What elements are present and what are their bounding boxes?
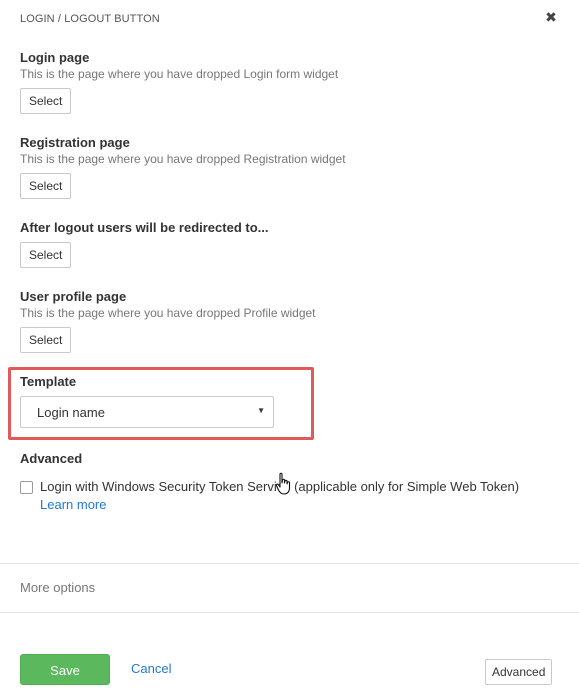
profile-page-select-button[interactable]: Select	[20, 327, 72, 353]
profile-page-label: User profile page	[20, 289, 127, 304]
hand-cursor-icon	[275, 472, 291, 495]
registration-page-select-button[interactable]: Select	[20, 173, 72, 199]
dropdown-caret-icon: ▼	[257, 406, 265, 415]
login-page-description: This is the page where you have dropped …	[20, 67, 339, 81]
template-label: Template	[20, 374, 77, 389]
advanced-label: Advanced	[20, 451, 83, 466]
cancel-link[interactable]: Cancel	[131, 661, 171, 676]
template-select[interactable]: Login name ▼	[20, 396, 274, 428]
template-selected-value: Login name	[37, 405, 105, 420]
login-page-label: Login page	[20, 50, 90, 65]
more-options-toggle[interactable]: More options	[20, 580, 95, 595]
logout-redirect-select-button[interactable]: Select	[20, 242, 72, 268]
profile-page-description: This is the page where you have dropped …	[20, 306, 316, 320]
registration-page-label: Registration page	[20, 135, 130, 150]
close-icon[interactable]: ✖	[543, 9, 559, 25]
registration-page-description: This is the page where you have dropped …	[20, 152, 346, 166]
sts-login-checkbox[interactable]	[20, 481, 33, 494]
logout-redirect-label: After logout users will be redirected to…	[20, 220, 269, 235]
divider-bottom	[0, 612, 579, 613]
dialog-title: LOGIN / LOGOUT BUTTON	[20, 13, 160, 25]
login-page-select-button[interactable]: Select	[20, 88, 72, 114]
advanced-button[interactable]: Advanced	[485, 659, 553, 685]
learn-more-link[interactable]: Learn more	[40, 497, 106, 512]
divider-top	[0, 563, 579, 564]
save-button[interactable]: Save	[20, 654, 110, 685]
